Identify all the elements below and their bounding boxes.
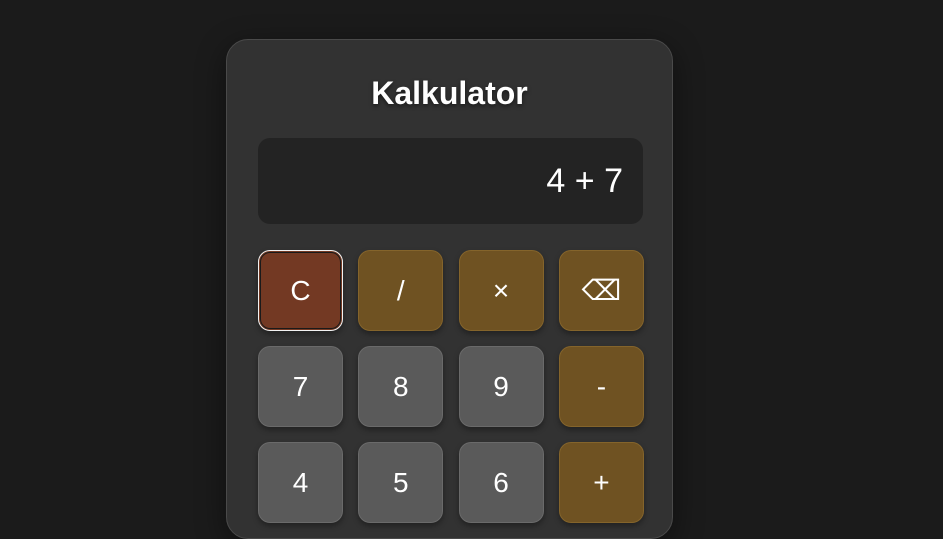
calculator-display: 4 + 7	[258, 138, 643, 224]
divide-button[interactable]: /	[358, 250, 444, 331]
plus-button[interactable]: +	[558, 442, 644, 523]
calculator-card: Kalkulator 4 + 7 C / × ⌫ 7 8 9 - 4 5 6 +	[226, 39, 673, 539]
multiply-button[interactable]: ×	[458, 250, 544, 331]
plus-button-label: +	[593, 466, 610, 498]
digit-5-label: 5	[393, 466, 409, 498]
calculator-title: Kalkulator	[371, 75, 528, 111]
minus-button-label: -	[596, 370, 607, 402]
multiply-button-label: ×	[492, 274, 510, 306]
digit-7-label: 7	[292, 370, 309, 402]
clear-button[interactable]: C	[258, 250, 343, 331]
digit-8-label: 8	[393, 370, 409, 402]
digit-6-button[interactable]: 6	[458, 442, 544, 523]
divide-button-label: /	[396, 274, 405, 306]
clear-button-label: C	[290, 274, 311, 306]
digit-6-label: 6	[493, 466, 509, 498]
digit-4-button[interactable]: 4	[258, 442, 343, 523]
minus-button[interactable]: -	[558, 346, 644, 427]
digit-8-button[interactable]: 8	[358, 346, 444, 427]
backspace-icon: ⌫	[581, 274, 622, 306]
digit-5-button[interactable]: 5	[358, 442, 444, 523]
backspace-button[interactable]: ⌫	[558, 250, 644, 331]
digit-9-label: 9	[493, 370, 509, 402]
digit-4-label: 4	[292, 466, 309, 498]
keypad: C / × ⌫ 7 8 9 - 4 5 6 +	[258, 250, 644, 523]
display-value: 4 + 7	[546, 162, 623, 200]
digit-9-button[interactable]: 9	[458, 346, 544, 427]
digit-7-button[interactable]: 7	[258, 346, 343, 427]
